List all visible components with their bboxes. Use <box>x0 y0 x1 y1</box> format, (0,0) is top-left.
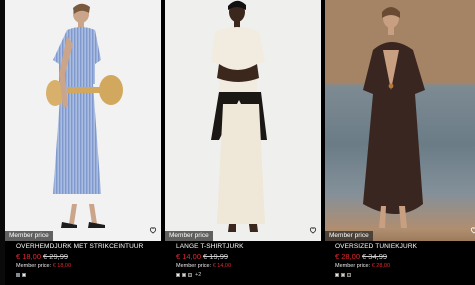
original-price: € 34,99 <box>362 252 388 261</box>
color-swatch-cream[interactable] <box>335 272 339 277</box>
member-price-label: Member price: <box>335 263 371 269</box>
price-row: € 18,00 € 29,99 <box>16 252 161 261</box>
original-price: € 19,99 <box>203 252 229 261</box>
price-row: € 28,00 € 34,99 <box>335 252 475 261</box>
product-image-3[interactable] <box>325 0 475 241</box>
member-price-row: Member price: € 14,00 <box>176 262 321 270</box>
color-swatch-blue[interactable] <box>16 272 20 277</box>
wishlist-heart-icon[interactable] <box>148 225 158 235</box>
product-info-1: OVERHEMDJURK MET STRIKCEINTUUR € 18,00 € … <box>16 243 161 278</box>
product-name[interactable]: OVERHEMDJURK MET STRIKCEINTUUR <box>16 243 161 251</box>
price-row: € 14,00 € 19,99 <box>176 252 321 261</box>
member-price-badge: Member price <box>325 231 373 241</box>
color-swatch-white[interactable] <box>22 272 26 277</box>
product-info-3: OVERSIZED TUNIEKJURK € 28,00 € 34,99 Memb… <box>335 243 475 278</box>
color-swatch-sand[interactable] <box>341 272 345 277</box>
color-swatch-black[interactable] <box>188 272 192 277</box>
product-info-2: LANGE T-SHIRTJURK € 14,00 € 19,99 Member … <box>176 243 321 278</box>
color-swatch-cream[interactable] <box>176 272 180 277</box>
member-price-badge: Member price <box>5 231 53 241</box>
product-image-1[interactable] <box>5 0 161 241</box>
original-price: € 29,99 <box>43 252 69 261</box>
wishlist-heart-icon[interactable] <box>469 225 475 235</box>
color-swatches <box>335 271 475 278</box>
product-card-3[interactable]: Member price OVERSIZED TUNIEKJURK € 28,0… <box>325 0 475 285</box>
product-card-2[interactable]: Member price LANGE T-SHIRTJURK € 14,00 € … <box>165 0 321 285</box>
member-price-label: Member price: <box>16 263 52 269</box>
member-price-label: Member price: <box>176 263 212 269</box>
model-tshirt-dress-illustration <box>211 0 267 232</box>
model-tunic-dress-illustration <box>363 7 425 228</box>
more-colors-count[interactable]: +2 <box>195 272 201 278</box>
member-price-row: Member price: € 18,00 <box>16 262 161 270</box>
color-swatches <box>16 271 161 278</box>
product-image-2[interactable] <box>165 0 321 241</box>
model-shirtdress-illustration <box>46 3 123 228</box>
product-name[interactable]: OVERSIZED TUNIEKJURK <box>335 243 475 251</box>
sale-price: € 14,00 <box>176 252 202 261</box>
sale-price: € 28,00 <box>335 252 361 261</box>
member-price-value: € 18,00 <box>52 263 72 269</box>
sale-price: € 18,00 <box>16 252 42 261</box>
member-price-badge: Member price <box>165 231 213 241</box>
member-price-value: € 28,00 <box>371 263 391 269</box>
member-price-row: Member price: € 28,00 <box>335 262 475 270</box>
product-card-1[interactable]: Member price OVERHEMDJURK MET STRIKCEINT… <box>5 0 161 285</box>
color-swatch-brown[interactable] <box>347 272 351 277</box>
color-swatch-beige[interactable] <box>182 272 186 277</box>
member-price-value: € 14,00 <box>212 263 232 269</box>
color-swatches: +2 <box>176 271 321 278</box>
wishlist-heart-icon[interactable] <box>308 225 318 235</box>
product-grid: Member price OVERHEMDJURK MET STRIKCEINT… <box>0 0 475 285</box>
product-name[interactable]: LANGE T-SHIRTJURK <box>176 243 321 251</box>
